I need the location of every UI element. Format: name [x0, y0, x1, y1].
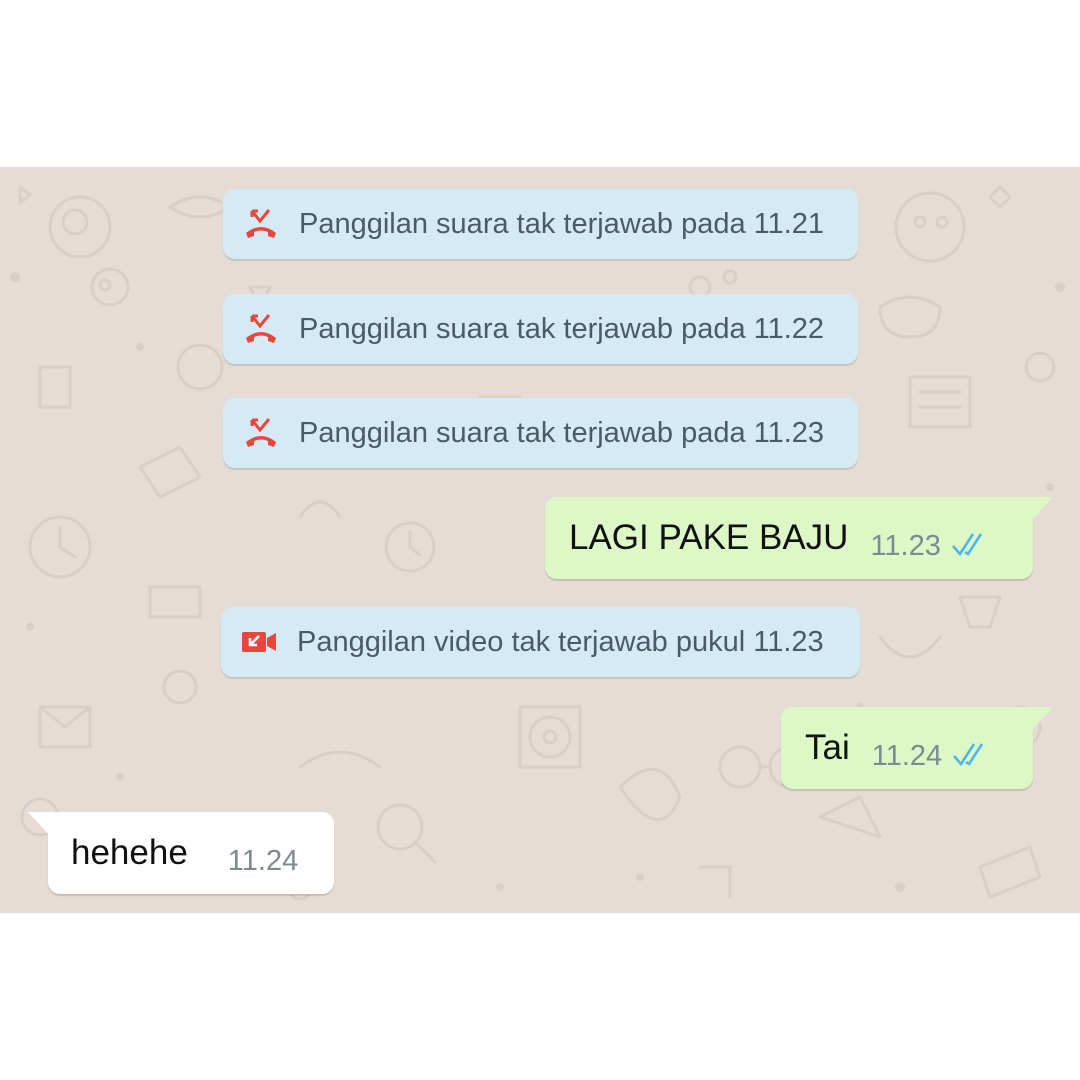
system-message-text: Panggilan video tak terjawab pukul 11.23 [297, 625, 824, 658]
system-message-text: Panggilan suara tak terjawab pada 11.23 [299, 416, 825, 449]
message-time: 11.23 [870, 529, 941, 562]
missed-voice-call-icon [243, 415, 279, 451]
missed-video-call-icon [241, 624, 277, 660]
message-text: Tai [805, 728, 850, 767]
missed-voice-call-notice[interactable]: Panggilan suara tak terjawab pada 11.23 [223, 398, 858, 468]
chat-area: Panggilan suara tak terjawab pada 11.21 … [0, 167, 1080, 913]
system-message-text: Panggilan suara tak terjawab pada 11.21 [299, 207, 825, 240]
missed-voice-call-notice[interactable]: Panggilan suara tak terjawab pada 11.22 [223, 294, 858, 364]
outgoing-message-bubble[interactable]: Tai 11.24 [781, 707, 1053, 789]
read-receipt-double-tick-icon [952, 741, 992, 767]
read-receipt-double-tick-icon [951, 531, 991, 557]
bubble-tail [1031, 497, 1053, 521]
incoming-message-bubble[interactable]: hehehe 11.24 [28, 812, 334, 894]
missed-voice-call-notice[interactable]: Panggilan suara tak terjawab pada 11.21 [223, 189, 858, 259]
missed-voice-call-icon [243, 206, 279, 242]
message-time: 11.24 [227, 844, 299, 877]
bubble-tail [1031, 707, 1053, 731]
message-text: LAGI PAKE BAJU [569, 518, 849, 557]
system-message-text: Panggilan suara tak terjawab pada 11.22 [299, 312, 825, 345]
bubble-tail [28, 812, 50, 836]
missed-video-call-notice[interactable]: Panggilan video tak terjawab pukul 11.23 [221, 607, 860, 677]
message-text: hehehe [71, 833, 188, 872]
outgoing-message-bubble[interactable]: LAGI PAKE BAJU 11.23 [545, 497, 1053, 579]
message-time: 11.24 [871, 739, 943, 772]
missed-voice-call-icon [243, 311, 279, 347]
